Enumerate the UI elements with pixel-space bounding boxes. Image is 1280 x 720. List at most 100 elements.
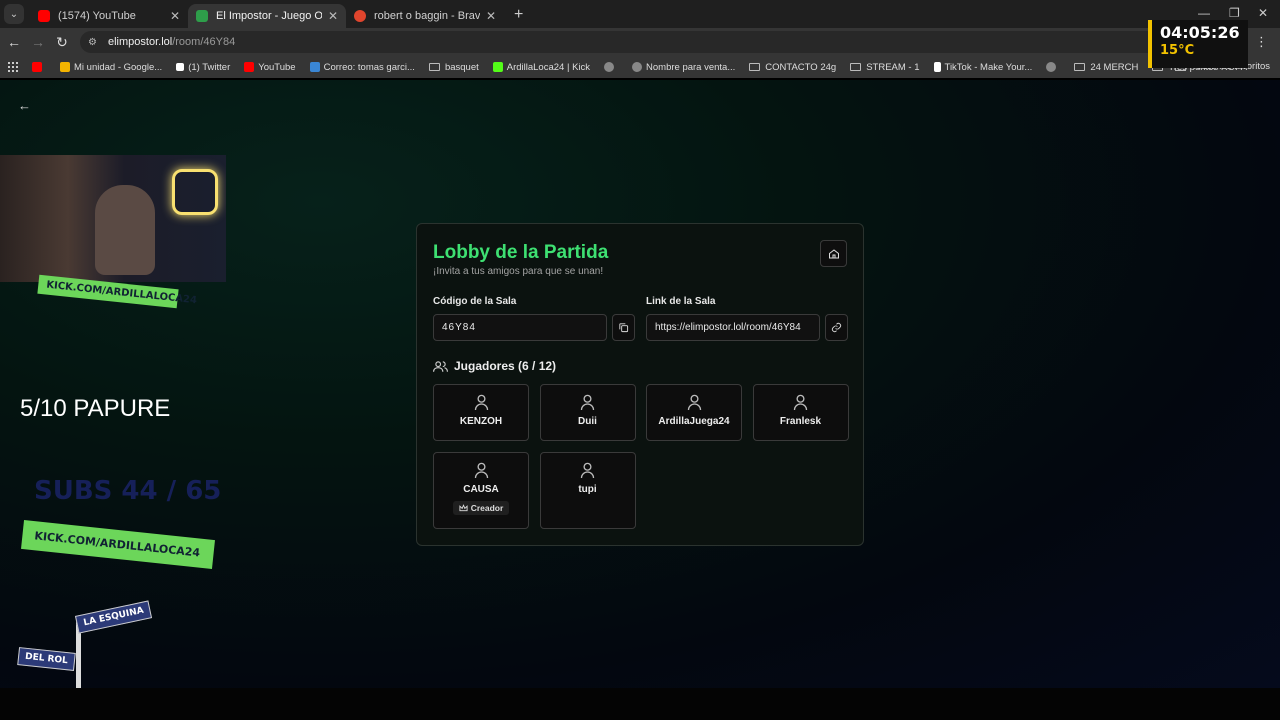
players-heading: Jugadores (6 / 12) [433, 359, 556, 373]
creator-badge-label: Creador [470, 503, 504, 513]
bookmark-folder-basquet[interactable]: basquet [428, 62, 479, 73]
room-link-field[interactable]: https://elimpostor.lol/room/46Y84 [646, 314, 820, 341]
room-code-label: Código de la Sala [433, 296, 517, 307]
crown-icon [459, 504, 468, 512]
player-name: ArdillaJuega24 [658, 416, 730, 427]
bookmark-label: 24 MERCH [1090, 61, 1139, 73]
tab-youtube[interactable]: (1574) YouTube ✕ [30, 4, 188, 28]
bookmark-label: TikTok - Make Your... [944, 61, 1033, 73]
bookmark-globe[interactable] [604, 62, 618, 72]
bookmark-drive[interactable]: Mi unidad - Google... [60, 62, 162, 73]
bookmark-label: YouTube [258, 61, 296, 73]
lobby-card: Lobby de la Partida ¡Invita a tus amigos… [416, 223, 864, 546]
bookmark-folder-merch[interactable]: 24 MERCH [1074, 62, 1138, 73]
address-bar[interactable]: ⚙ elimpostor.lol/room/46Y84 [80, 31, 1240, 53]
streamer-figure [95, 185, 155, 275]
players-grid: KENZOH Duii ArdillaJuega24 Franlesk CAUS… [433, 384, 849, 529]
player-card: Duii [539, 384, 636, 441]
tab-label: El Impostor - Juego Online Gra [216, 10, 322, 22]
kebab-menu-icon[interactable]: ⋮ [1255, 34, 1268, 50]
bookmark-label: ArdillaLoca24 | Kick [506, 61, 591, 73]
lobby-title: Lobby de la Partida [433, 242, 609, 263]
folder-icon [428, 63, 440, 71]
globe-icon [604, 62, 615, 72]
papure-text: 5/10 PAPURE [20, 395, 171, 422]
back-arrow-icon[interactable]: ← [2, 34, 26, 50]
copy-code-button[interactable] [612, 314, 635, 341]
player-name: Franlesk [779, 416, 822, 427]
clock-overlay: 04:05:26 15°C [1148, 20, 1248, 68]
user-icon [793, 394, 808, 411]
copy-icon [619, 323, 629, 333]
impostor-favicon-icon [196, 10, 208, 22]
user-icon [580, 462, 595, 479]
bookmark-nombre[interactable]: Nombre para venta... [632, 62, 735, 73]
tab-el-impostor[interactable]: El Impostor - Juego Online Gra ✕ [188, 4, 346, 28]
forward-arrow-icon[interactable]: → [26, 34, 50, 50]
bookmark-label: Nombre para venta... [646, 61, 736, 73]
player-card: KENZOH [433, 384, 529, 441]
x-logo-icon [176, 63, 185, 71]
globe-icon [632, 62, 643, 72]
globe-icon [1046, 62, 1057, 72]
new-tab-plus-icon[interactable]: + [514, 6, 523, 24]
minimize-icon[interactable]: — [1198, 6, 1210, 20]
bookmark-youtube-2[interactable]: YouTube [244, 61, 296, 73]
bookmark-tiktok[interactable]: TikTok - Make Your... [933, 61, 1033, 73]
user-icon [580, 394, 595, 411]
player-card: Franlesk [752, 384, 849, 441]
users-icon [433, 360, 448, 372]
mail-icon [309, 62, 320, 72]
room-link-label: Link de la Sala [646, 296, 716, 307]
taskbar-strip [0, 688, 1280, 720]
room-code-field[interactable]: 46Y84 [433, 314, 607, 341]
player-name: tupi [578, 484, 597, 495]
url-host: elimpostor.lol [108, 36, 173, 48]
page-back-arrow-icon[interactable]: ← [18, 98, 31, 113]
bookmark-kick[interactable]: ArdillaLoca24 | Kick [492, 61, 591, 73]
bookmark-mail[interactable]: Correo: tomas garci... [309, 61, 415, 73]
kick-icon [492, 62, 503, 72]
close-icon[interactable]: ✕ [486, 9, 496, 23]
player-card: ArdillaJuega24 [646, 384, 742, 441]
tab-bar: ⌄ (1574) YouTube ✕ El Impostor - Juego O… [0, 0, 1280, 28]
folder-icon [749, 63, 761, 71]
folder-icon [850, 63, 862, 71]
bookmark-folder-contacto[interactable]: CONTACTO 24g [749, 62, 836, 73]
close-icon[interactable]: ✕ [170, 9, 180, 23]
restore-icon[interactable]: ❐ [1229, 6, 1240, 20]
user-icon [474, 462, 488, 479]
player-name: Duii [578, 416, 597, 427]
apps-grid-icon[interactable] [8, 62, 18, 72]
tab-search-chevron-icon[interactable]: ⌄ [4, 4, 24, 24]
player-card-creator: CAUSA Creador [433, 452, 529, 529]
bookmark-globe-2[interactable] [1046, 62, 1060, 72]
bookmark-label: Mi unidad - Google... [74, 61, 163, 73]
youtube-icon [244, 62, 255, 72]
webcam-feed [0, 155, 226, 282]
user-icon [687, 394, 701, 411]
close-icon[interactable]: ✕ [328, 9, 338, 23]
bookmark-label: CONTACTO 24g [765, 61, 837, 73]
player-card: tupi [539, 452, 636, 529]
subs-counter: SUBS 44 / 65 [34, 476, 222, 506]
clock-time: 04:05:26 [1160, 23, 1240, 42]
tiktok-icon [933, 62, 941, 72]
bookmark-folder-stream[interactable]: STREAM - 1 [850, 62, 920, 73]
players-heading-text: Jugadores (6 / 12) [454, 359, 557, 373]
home-button[interactable] [820, 240, 847, 267]
tab-brave-search[interactable]: robert o baggin - Brave Search ✕ [346, 4, 504, 28]
lobby-subtitle: ¡Invita a tus amigos para que se unan! [433, 266, 604, 277]
brave-icon [354, 10, 366, 22]
site-info-icon[interactable]: ⚙ [88, 37, 100, 48]
bookmark-twitter[interactable]: (1) Twitter [176, 62, 230, 73]
bookmark-label: Correo: tomas garci... [323, 61, 415, 73]
tab-label: robert o baggin - Brave Search [374, 10, 480, 22]
bookmark-youtube[interactable] [32, 62, 46, 72]
link-icon [831, 322, 842, 333]
window-close-icon[interactable]: ✕ [1258, 6, 1268, 20]
tab-label: (1574) YouTube [58, 10, 136, 22]
copy-link-button[interactable] [825, 314, 848, 341]
bookmarks-bar: Mi unidad - Google... (1) Twitter YouTub… [0, 56, 1280, 78]
reload-icon[interactable]: ↻ [50, 34, 74, 51]
